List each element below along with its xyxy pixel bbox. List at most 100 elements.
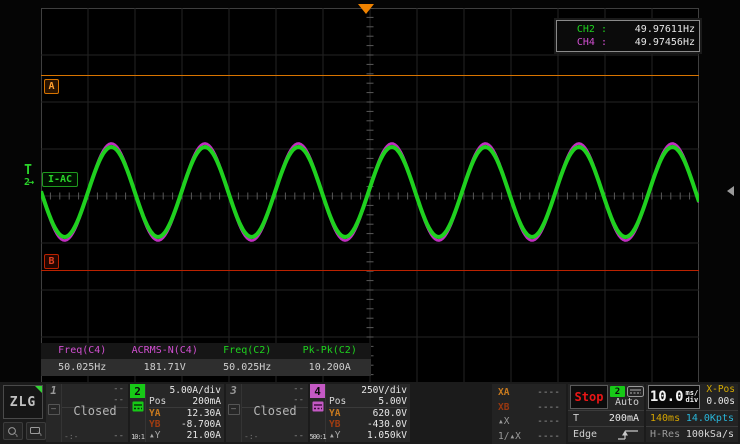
channel-3-status: Closed [242, 404, 308, 418]
channel-1-number: 1 [50, 384, 57, 397]
cursor-dx-value: ---- [537, 416, 560, 428]
rising-edge-icon [617, 429, 639, 441]
channel-3-bottom-dash: -- [293, 431, 304, 441]
trigger-source-badge[interactable]: 2 [610, 386, 625, 397]
channel-4-pos-value: 5.00V [378, 396, 407, 407]
freq-ch4-label: CH4 : [561, 36, 607, 49]
meas-label-pkpk-c2[interactable]: Pk-Pk(C2) [289, 343, 372, 359]
trigger-position-marker[interactable] [358, 4, 374, 14]
channel-2-coupling-icon [132, 401, 144, 412]
channel-3-minus-icon: – [228, 404, 240, 415]
meas-label-freq-c2[interactable]: Freq(C2) [206, 343, 289, 359]
cursor-a-line[interactable] [41, 75, 699, 76]
trigger-t-label: T [573, 413, 579, 424]
channel-2-delta-value: 21.00A [187, 430, 221, 441]
timebase-scale-value: 10.0 [650, 389, 684, 405]
channel-3-probe-dash: -:- [244, 432, 258, 441]
oscilloscope-screen: A B T 2→ I-AC CH2 : 49.97611Hz CH4 : 49.… [0, 0, 740, 444]
channel-1-probe-dash: -:- [64, 432, 78, 441]
trigger-letter: T [14, 165, 42, 177]
channel-4-probe-ratio: 500:1 [309, 433, 325, 441]
timebase-scale-button[interactable]: 10.0 ms/div [648, 385, 700, 409]
channel-3-dashes: ---- [293, 384, 304, 406]
channel-4-pos-label: Pos [329, 396, 346, 407]
meas-label-acrms-c4[interactable]: ACRMS-N(C4) [124, 343, 207, 359]
channel-1-block[interactable]: 1 – ---- Closed -:- -- [46, 384, 128, 442]
channel-2-block[interactable]: 2 10:1 5.00A/div Pos200mA YA12.30A YB-8.… [130, 384, 224, 442]
channel-1-minus-icon: – [48, 404, 60, 415]
freq-ch4-value: 49.97456Hz [607, 36, 695, 49]
timebase-panel[interactable]: 10.0 ms/div X-Pos 0.00s 140ms 14.0Kpts H… [646, 384, 738, 442]
touch-icon [7, 426, 19, 437]
meas-label-freq-c4[interactable]: Freq(C4) [41, 343, 124, 359]
status-bar: ZLG 1 – [0, 382, 740, 444]
sample-rate: 100kSa/s [686, 429, 734, 440]
cursor-invdx-label: 1/▴X [498, 431, 521, 443]
cursor-b-line[interactable] [41, 270, 699, 271]
touch-gesture-button[interactable] [3, 422, 23, 440]
x-pos-value[interactable]: 0.00s [702, 396, 735, 408]
channel-4-scale: 250V/div [329, 385, 407, 396]
measurement-bar: Freq(C4) ACRMS-N(C4) Freq(C2) Pk-Pk(C2) … [41, 343, 371, 376]
trigger-level-value[interactable]: 200mA [609, 413, 639, 424]
channel-4-coupling-icon [312, 401, 324, 412]
channel-1-status: Closed [62, 404, 128, 418]
meas-value-freq-c4: 50.025Hz [41, 359, 124, 376]
channel-1-dashes: ---- [113, 384, 124, 406]
channel-2-pos-label: Pos [149, 396, 166, 407]
timebase-scale-unit: ms/div [686, 390, 699, 404]
freq-row-ch2: CH2 : 49.97611Hz [561, 23, 695, 36]
channel-4-number: 4 [310, 384, 325, 398]
freq-row-ch4: CH4 : 49.97456Hz [561, 36, 695, 49]
x-pos-label: X-Pos [702, 384, 735, 396]
channel-4-ya-label: YA [329, 408, 340, 419]
logo-corner-triangle-icon [35, 386, 42, 393]
cursor-invdx-value: ---- [537, 431, 560, 443]
channel-4-ya-value: 620.0V [373, 408, 407, 419]
trigger-panel[interactable]: Stop 2 Auto T 200mA [568, 384, 644, 442]
channel-4-delta-label: ▴Y [329, 430, 340, 441]
trace-label-iac[interactable]: I-AC [42, 172, 78, 187]
acquisition-window: 140ms [650, 413, 680, 424]
trigger-coupling-icon [627, 386, 644, 397]
channel-2-ya-value: 12.30A [187, 408, 221, 419]
hres-label[interactable]: H-Res [650, 429, 680, 440]
channel-4-delta-value: 1.050kV [367, 430, 407, 441]
cursor-xa-value: ---- [537, 387, 560, 399]
run-stop-button[interactable]: Stop [570, 385, 608, 409]
channel-2-yb-label: YB [149, 419, 160, 430]
freq-ch2-value: 49.97611Hz [607, 23, 695, 36]
meas-value-acrms-c4: 181.71V [124, 359, 207, 376]
memory-depth: 14.0Kpts [686, 413, 734, 424]
zlg-logo: ZLG [3, 385, 43, 419]
channel-2-number: 2 [130, 384, 145, 398]
trigger-mode[interactable]: Auto [615, 397, 639, 409]
cursor-a-label[interactable]: A [44, 79, 59, 94]
cursor-xa-label: XA [498, 387, 509, 399]
channel-4-yb-value: -430.0V [367, 419, 407, 430]
channel-4-yb-label: YB [329, 419, 340, 430]
touchpad-button[interactable] [26, 422, 46, 440]
channel-1-bottom-dash: -- [113, 431, 124, 441]
channel-2-probe-ratio: 10:1 [131, 433, 144, 441]
trigger-source-arrow: 2→ [14, 177, 42, 189]
channel-3-block[interactable]: 3 – ---- Closed -:- -- [226, 384, 308, 442]
channel-2-yb-value: -8.700A [181, 419, 221, 430]
frequency-readout-box: CH2 : 49.97611Hz CH4 : 49.97456Hz [556, 20, 700, 52]
channel-2-scale: 5.00A/div [149, 385, 221, 396]
channel-3-number: 3 [230, 384, 237, 397]
cursor-b-label[interactable]: B [44, 254, 59, 269]
zlg-logo-text: ZLG [10, 395, 36, 410]
cursor-dx-label: ▴X [498, 416, 509, 428]
meas-value-freq-c2: 50.025Hz [206, 359, 289, 376]
meas-value-pkpk-c2: 10.200A [289, 359, 372, 376]
trigger-level-marker[interactable]: T 2→ [14, 165, 42, 189]
channel-2-pos-value: 200mA [192, 396, 221, 407]
x-cursors-panel[interactable]: XA---- XB---- ▴X---- 1/▴X---- [492, 384, 566, 444]
waveform-graticule [41, 8, 699, 384]
trigger-type[interactable]: Edge [573, 429, 597, 440]
channel-4-block[interactable]: 4 500:1 250V/div Pos 5.00V YA 620.0V YB -43… [310, 384, 410, 442]
channel-2-delta-label: ▴Y [149, 430, 160, 441]
cursor-xb-label: XB [498, 402, 509, 414]
touchpad-icon [30, 426, 43, 437]
